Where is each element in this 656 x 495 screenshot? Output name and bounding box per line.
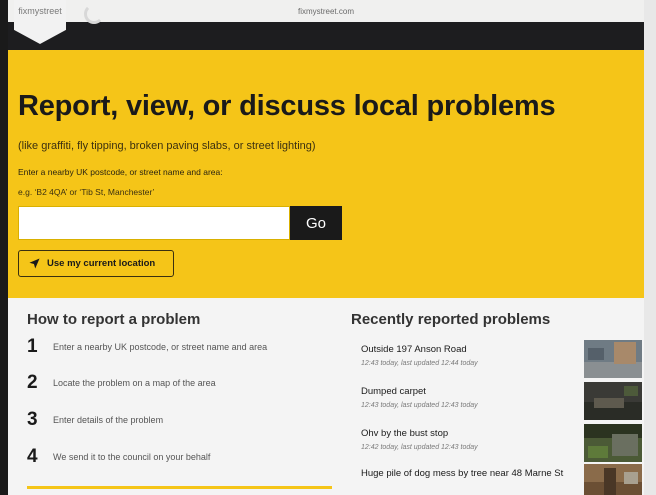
- device-frame-right: [644, 0, 656, 495]
- how-to-heading: How to report a problem: [27, 311, 201, 328]
- location-arrow-icon: [29, 258, 40, 269]
- report-title: Huge pile of dog mess by tree near 48 Ma…: [361, 468, 564, 479]
- report-title: Ohv by the bust stop: [361, 428, 449, 439]
- step-number: 4: [27, 446, 38, 467]
- section-divider: [27, 486, 332, 489]
- how-to-step: 3 Enter details of the problem: [27, 409, 163, 431]
- report-thumbnail[interactable]: [584, 382, 642, 420]
- go-button[interactable]: Go: [290, 206, 342, 240]
- how-to-step: 4 We send it to the council on your beha…: [27, 446, 210, 468]
- report-meta: 12:43 today, last updated 12:44 today: [361, 360, 478, 367]
- report-item[interactable]: Dumped carpet 12:43 today, last updated …: [361, 386, 581, 409]
- page-title: Report, view, or discuss local problems: [18, 90, 556, 122]
- use-location-button[interactable]: Use my current location: [18, 250, 174, 277]
- report-item[interactable]: Ohv by the bust stop 12:42 today, last u…: [361, 428, 581, 451]
- report-title: Outside 197 Anson Road: [361, 344, 467, 355]
- how-to-step: 1 Enter a nearby UK postcode, or street …: [27, 336, 267, 358]
- report-meta: 12:42 today, last updated 12:43 today: [361, 444, 478, 451]
- step-text: Enter a nearby UK postcode, or street na…: [53, 342, 268, 352]
- report-thumbnail[interactable]: [584, 424, 642, 462]
- step-text: Enter details of the problem: [53, 415, 164, 425]
- recent-reports-heading: Recently reported problems: [351, 311, 551, 328]
- step-number: 3: [27, 409, 38, 430]
- step-text: We send it to the council on your behalf: [53, 452, 211, 462]
- step-number: 1: [27, 336, 38, 357]
- report-item[interactable]: Huge pile of dog mess by tree near 48 Ma…: [361, 468, 581, 480]
- report-title: Dumped carpet: [361, 386, 426, 397]
- how-to-step: 2 Locate the problem on a map of the are…: [27, 372, 216, 394]
- main-content: How to report a problem 1 Enter a nearby…: [16, 298, 644, 495]
- hero-banner: Report, view, or discuss local problems …: [8, 50, 644, 298]
- search-example: e.g. ‘B2 4QA’ or ‘Tib St, Manchester’: [18, 187, 155, 197]
- logo-mark-icon: [84, 4, 104, 24]
- report-item[interactable]: Outside 197 Anson Road 12:43 today, last…: [361, 344, 581, 367]
- use-location-label: Use my current location: [47, 258, 156, 269]
- step-text: Locate the problem on a map of the area: [53, 378, 216, 388]
- report-meta: 12:43 today, last updated 12:43 today: [361, 402, 478, 409]
- hero-subtitle: (like graffiti, fly tipping, broken pavi…: [18, 140, 316, 152]
- step-number: 2: [27, 372, 38, 393]
- postcode-search-input[interactable]: [18, 206, 290, 240]
- logo-text: fixmystreet: [18, 6, 62, 16]
- device-frame-left: [0, 0, 8, 495]
- report-thumbnail[interactable]: [584, 340, 642, 378]
- report-thumbnail[interactable]: [584, 464, 642, 495]
- search-label: Enter a nearby UK postcode, or street na…: [18, 167, 223, 177]
